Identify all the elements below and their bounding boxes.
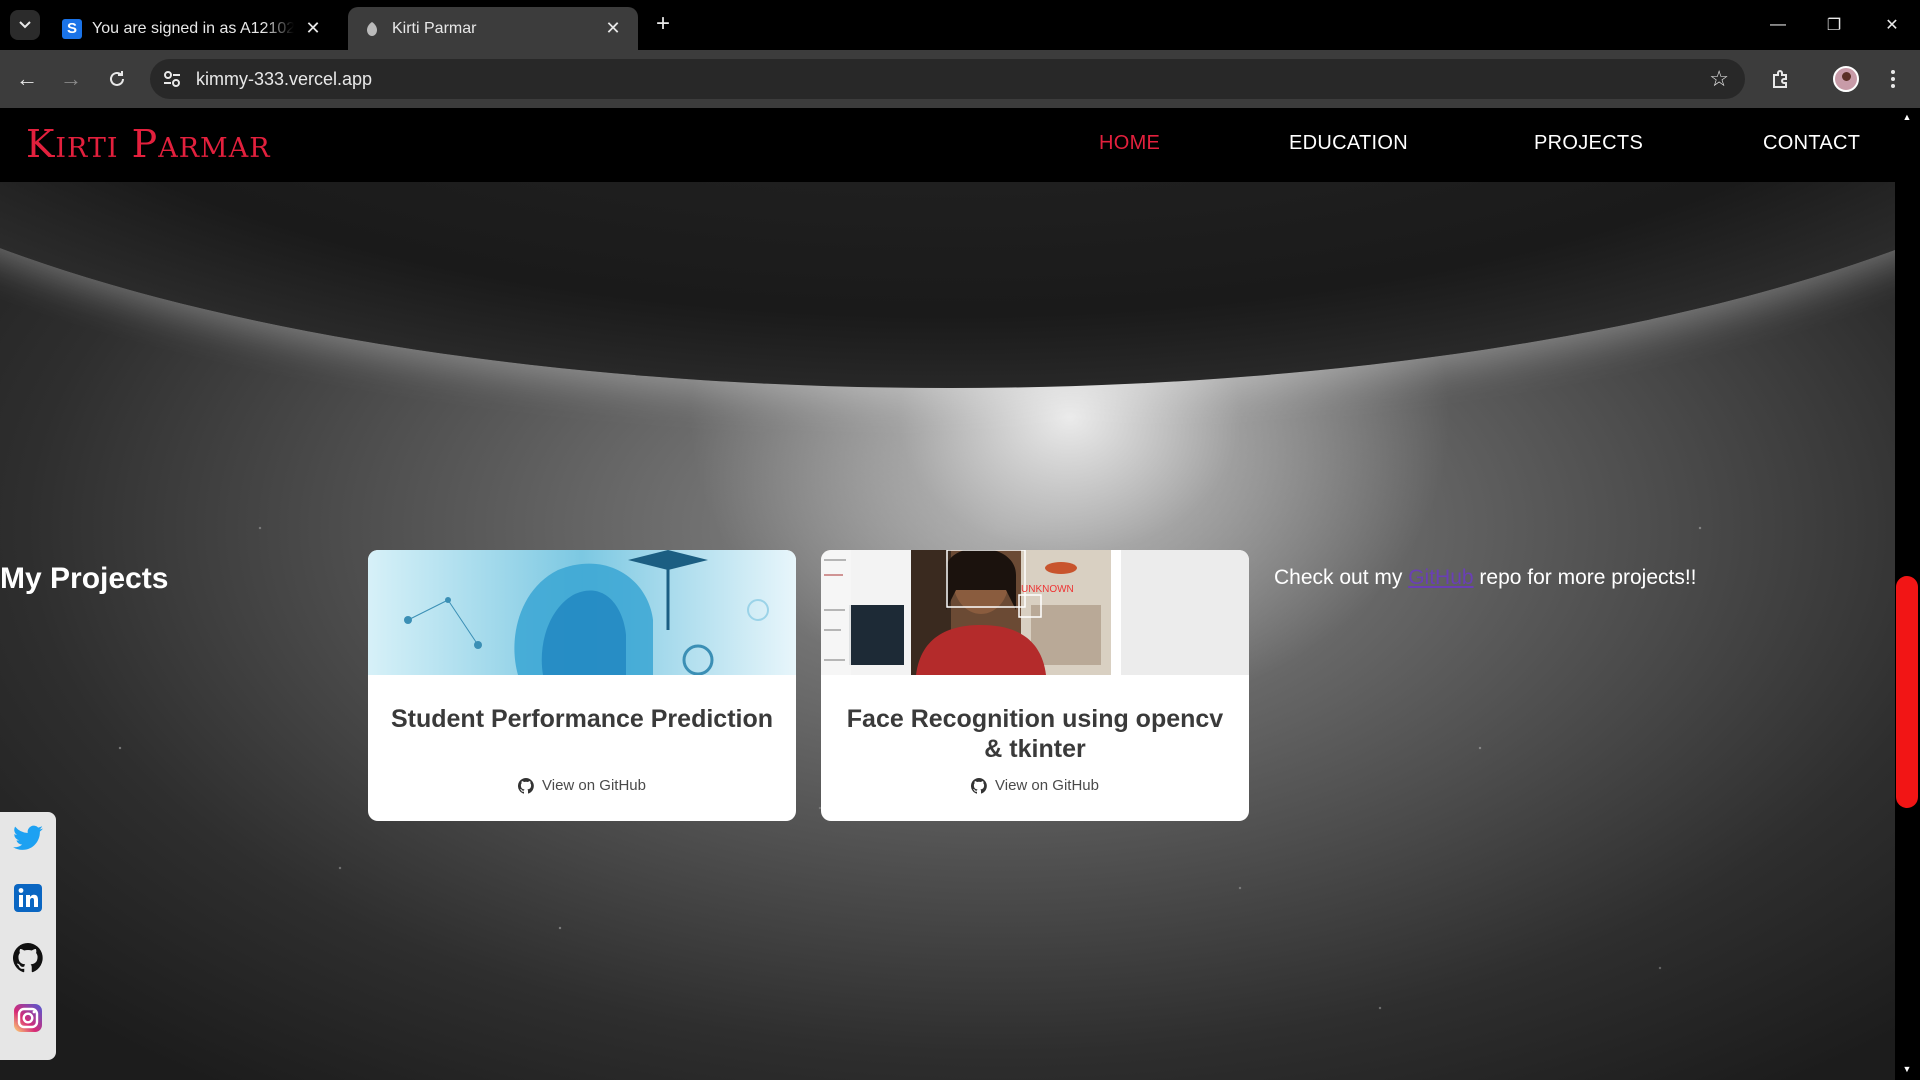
cta-text-after: repo for more projects!! — [1473, 566, 1697, 589]
github-link-label: View on GitHub — [542, 777, 646, 794]
tab-strip: S You are signed in as A12102120 ✕ Kirti… — [0, 0, 1920, 50]
project-card-face-recognition[interactable]: UNKNOWN Face Recognition using opencv & … — [821, 550, 1249, 821]
nav-contact[interactable]: CONTACT — [1763, 132, 1860, 155]
site-info-icon[interactable] — [162, 69, 182, 89]
minimize-button[interactable]: — — [1758, 8, 1798, 42]
scrollbar-thumb[interactable] — [1896, 576, 1918, 808]
github-icon — [971, 777, 987, 794]
twitter-icon[interactable] — [12, 822, 44, 854]
project-title: Student Performance Prediction — [390, 705, 774, 733]
unknown-overlay-text: UNKNOWN — [1021, 584, 1074, 595]
view-on-github-link[interactable]: View on GitHub — [368, 777, 796, 794]
reload-icon — [110, 71, 124, 86]
social-sidebar — [0, 812, 56, 1060]
nav-education[interactable]: EDUCATION — [1289, 132, 1408, 155]
browser-toolbar: ← → kimmy-333.vercel.app ☆ — [0, 50, 1920, 108]
chevron-down-icon — [19, 21, 31, 29]
site-navbar: Kirti Parmar HOME EDUCATION PROJECTS CON… — [0, 108, 1895, 182]
kebab-menu-icon — [1891, 70, 1895, 88]
close-icon[interactable]: ✕ — [602, 18, 624, 40]
linkedin-icon[interactable] — [12, 882, 44, 914]
tab-kirti-parmar[interactable]: Kirti Parmar ✕ — [348, 7, 638, 50]
github-link-label: View on GitHub — [995, 777, 1099, 794]
project-card-student-performance[interactable]: Student Performance Prediction View on G… — [368, 550, 796, 821]
restore-button[interactable]: ❐ — [1814, 8, 1854, 42]
scroll-down-arrow-icon[interactable]: ▼ — [1900, 1064, 1914, 1078]
window-close-button[interactable]: ✕ — [1872, 8, 1912, 42]
url-text: kimmy-333.vercel.app — [196, 69, 373, 89]
github-icon[interactable] — [12, 942, 44, 974]
menu-button[interactable] — [1878, 64, 1908, 94]
back-button[interactable]: ← — [12, 64, 42, 94]
site-logo[interactable]: Kirti Parmar — [26, 122, 271, 166]
view-on-github-link[interactable]: View on GitHub — [821, 777, 1249, 794]
page-viewport: Kirti Parmar HOME EDUCATION PROJECTS CON… — [0, 108, 1895, 1080]
scroll-up-arrow-icon[interactable]: ▲ — [1900, 112, 1914, 126]
address-bar[interactable]: kimmy-333.vercel.app ☆ — [150, 59, 1745, 99]
s-favicon-icon: S — [62, 18, 82, 39]
close-icon[interactable]: ✕ — [302, 18, 324, 40]
tab-signed-in[interactable]: S You are signed in as A12102120 ✕ — [48, 7, 338, 50]
new-tab-button[interactable]: + — [650, 12, 676, 38]
cta-text-before: Check out my — [1274, 566, 1409, 589]
forward-button[interactable]: → — [56, 64, 86, 94]
project-thumbnail-face: UNKNOWN — [821, 550, 1249, 675]
profile-avatar[interactable] — [1833, 66, 1859, 92]
github-repo-link[interactable]: GitHub — [1408, 566, 1473, 589]
bookmark-star-icon[interactable]: ☆ — [1709, 66, 1729, 92]
nav-home[interactable]: HOME — [1099, 132, 1160, 155]
tab-search-button[interactable] — [10, 10, 40, 40]
more-projects-text: Check out my GitHub repo for more projec… — [1274, 566, 1697, 590]
extensions-button[interactable] — [1766, 64, 1796, 94]
puzzle-icon — [1773, 70, 1787, 88]
site-favicon-icon — [362, 19, 382, 39]
tab-title: You are signed in as A12102120 — [92, 19, 294, 37]
nav-projects[interactable]: PROJECTS — [1534, 132, 1643, 155]
tab-title: Kirti Parmar — [392, 19, 477, 37]
github-icon — [518, 777, 534, 794]
instagram-icon[interactable] — [12, 1002, 44, 1034]
project-thumbnail-ai — [368, 550, 796, 675]
reload-button[interactable] — [102, 64, 132, 94]
section-title: My Projects — [0, 562, 169, 595]
project-title: Face Recognition using opencv & tkinter — [846, 705, 1224, 763]
